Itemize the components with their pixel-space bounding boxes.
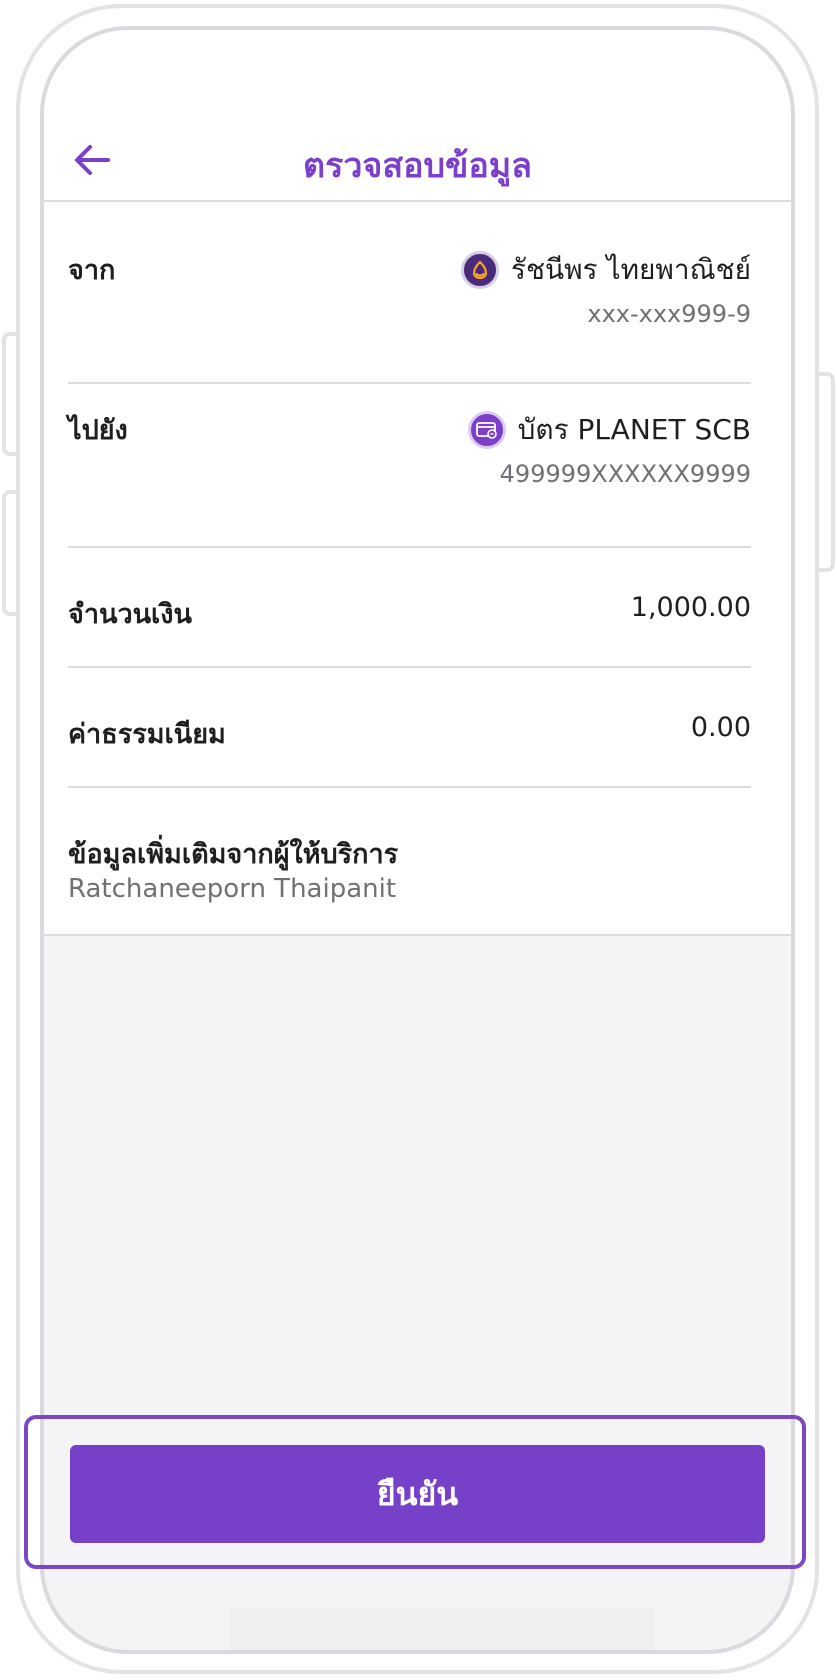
confirm-button[interactable]: ยืนยัน — [70, 1445, 765, 1543]
fee-value: 0.00 — [690, 712, 751, 743]
to-card: บัตร PLANET SCB — [467, 408, 751, 452]
from-account-name: รัชนีพร ไทยพาณิชย์ — [510, 253, 751, 286]
provider-info-label: ข้อมูลเพิ่มเติมจากผู้ให้บริการ — [68, 839, 399, 870]
from-label: จาก — [68, 255, 116, 286]
to-card-name: บัตร PLANET SCB — [517, 413, 751, 446]
to-row: ไปยัง บัตร PLANET SCB 499999XXXXXX9999 — [68, 408, 751, 518]
amount-row: จำนวนเงิน 1,000.00 — [68, 592, 751, 642]
from-account: รัชนีพร ไทยพาณิชย์ — [460, 248, 751, 292]
credit-card-icon — [467, 411, 506, 449]
from-account-number: xxx-xxx999-9 — [587, 300, 751, 328]
amount-label: จำนวนเงิน — [68, 599, 192, 630]
divider — [68, 666, 751, 668]
amount-value: 1,000.00 — [630, 592, 751, 623]
provider-info-row: ข้อมูลเพิ่มเติมจากผู้ให้บริการ Ratchanee… — [68, 832, 751, 922]
header-divider — [44, 200, 791, 202]
provider-info-value: Ratchaneeporn Thaipanit — [68, 874, 397, 904]
fee-label: ค่าธรรมเนียม — [68, 719, 226, 750]
page-title: ตรวจสอบข้อมูล — [302, 146, 533, 186]
divider — [68, 546, 751, 548]
fee-row: ค่าธรรมเนียม 0.00 — [68, 712, 751, 762]
to-card-number: 499999XXXXXX9999 — [499, 460, 751, 488]
top-bar: ตรวจสอบข้อมูล — [44, 120, 791, 200]
phone-screen: ตรวจสอบข้อมูล จาก รัชนีพร ไทยพาณิชย์ xxx… — [40, 26, 795, 1654]
divider — [68, 382, 751, 384]
to-label: ไปยัง — [68, 415, 128, 446]
divider — [68, 786, 751, 788]
device-stage: ตรวจสอบข้อมูล จาก รัชนีพร ไทยพาณิชย์ xxx… — [0, 0, 837, 1680]
scb-bank-icon — [460, 251, 499, 289]
from-row: จาก รัชนีพร ไทยพาณิชย์ xxx-xxx999-9 — [68, 248, 751, 358]
home-indicator-area — [230, 1608, 654, 1650]
